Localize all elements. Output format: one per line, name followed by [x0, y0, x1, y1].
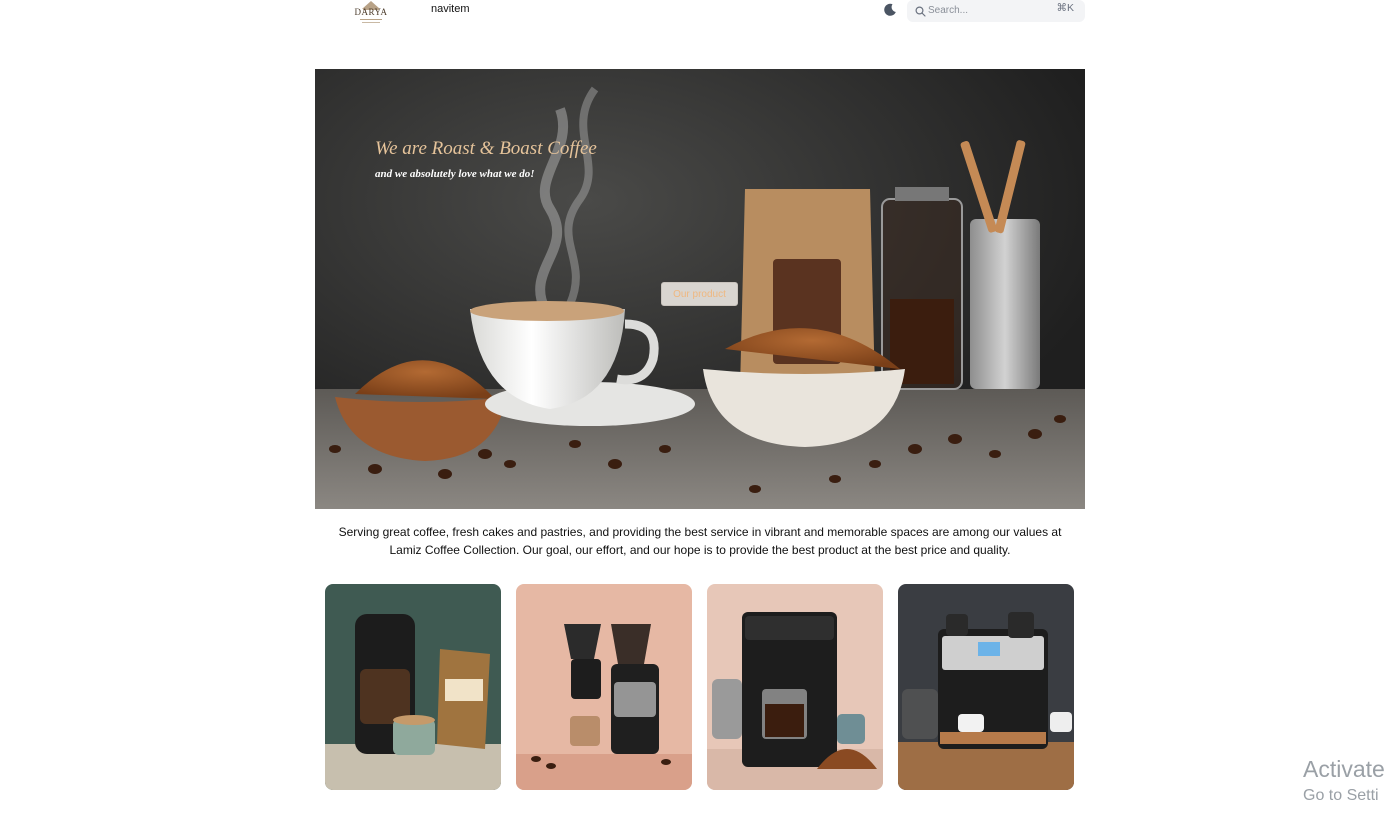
product-image — [516, 584, 692, 790]
nav-item[interactable]: navitem — [431, 3, 470, 15]
product-card-3[interactable] — [707, 584, 883, 790]
product-card-1[interactable] — [325, 584, 501, 790]
search-box[interactable]: ⌘K — [907, 0, 1085, 22]
product-image — [707, 584, 883, 790]
watermark-line-1: Activate — [1303, 756, 1385, 782]
hero-banner: We are Roast & Boast Coffee and we absol… — [315, 69, 1085, 509]
search-shortcut-hint: ⌘K — [1056, 2, 1074, 14]
product-image — [325, 584, 501, 790]
windows-activation-watermark: Activate Go to Setti — [1303, 756, 1385, 805]
watermark-line-2: Go to Setti — [1303, 787, 1379, 804]
search-input[interactable] — [928, 1, 1046, 19]
hero-title: We are Roast & Boast Coffee — [375, 138, 597, 159]
product-card-2[interactable] — [516, 584, 692, 790]
top-navbar: DARYA navitem ⌘K — [0, 0, 1387, 40]
brand-logo[interactable]: DARYA — [352, 0, 390, 28]
product-image — [898, 584, 1074, 790]
product-card-4[interactable] — [898, 584, 1074, 790]
logo-text: DARYA — [354, 7, 388, 17]
about-description: Serving great coffee, fresh cakes and pa… — [338, 525, 1062, 557]
our-product-button[interactable]: Our product — [661, 282, 738, 306]
search-icon — [915, 4, 926, 22]
hero-subtitle: and we absolutely love what we do! — [375, 168, 535, 180]
moon-icon[interactable] — [882, 2, 898, 18]
